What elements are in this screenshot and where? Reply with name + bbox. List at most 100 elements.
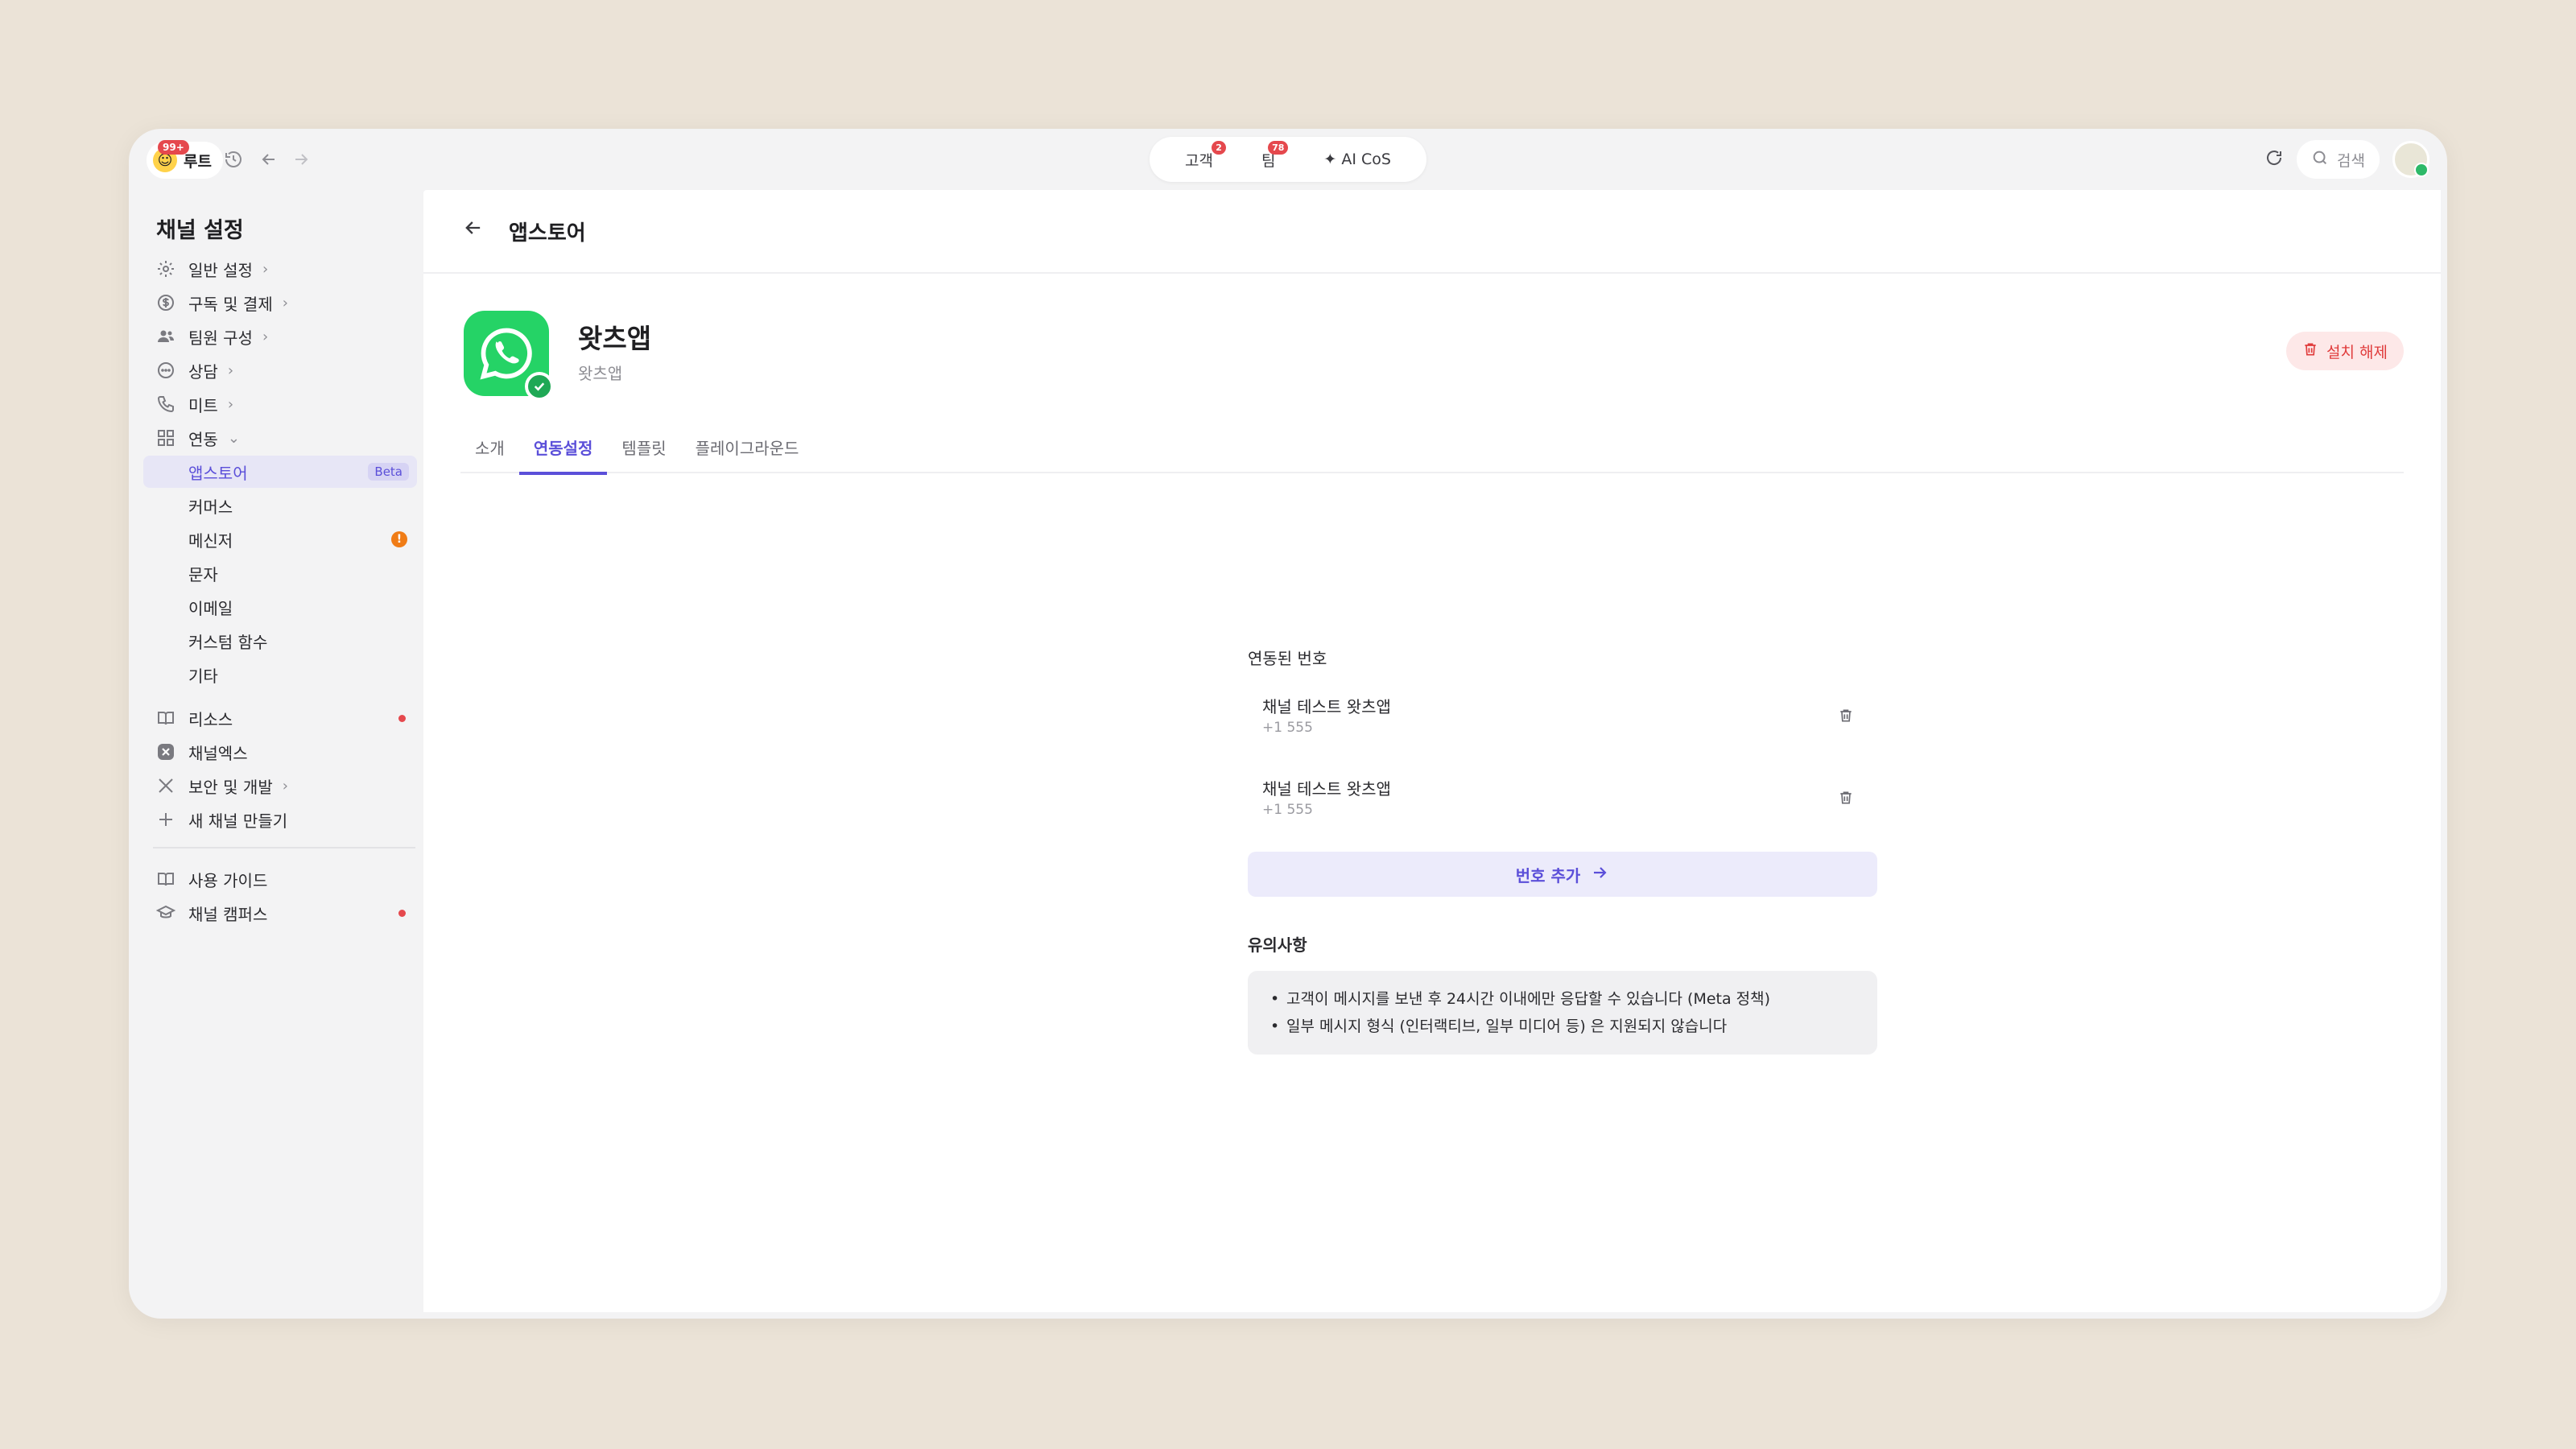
sidebar-item-security-dev[interactable]: 보안 및 개발 › [143,770,417,802]
forward-arrow-icon[interactable] [287,145,316,174]
page-header: 앱스토어 [423,190,2441,274]
tab-customers-label: 고객 [1184,151,1213,170]
list-item: 채널 테스트 왓츠앱 +1 555 [1248,687,1877,760]
sidebar-item-appstore[interactable]: 앱스토어 Beta [143,456,417,488]
search-icon [2311,149,2329,171]
sidebar-title: 채널 설정 [156,218,244,243]
sidebar-item-label: 사용 가이드 [188,870,268,890]
sidebar-item-label: 메신저 [188,530,233,551]
sidebar-item-new-channel[interactable]: 새 채널 만들기 [143,803,417,836]
list-item: 일부 메시지 형식 (인터랙티브, 일부 미디어 등) 은 지원되지 않습니다 [1270,1013,1855,1040]
app-subtitle: 왓츠앱 [578,364,623,383]
linked-numbers-title: 연동된 번호 [1248,649,1327,668]
sidebar-item-billing[interactable]: 구독 및 결제 › [143,287,417,319]
number-phone: +1 555 [1262,720,1313,736]
whatsapp-logo-icon [464,311,554,401]
sidebar-item-label: 이메일 [188,598,233,618]
app-name: 왓츠앱 [578,323,652,354]
tab-integration-settings[interactable]: 연동설정 [518,420,608,475]
sidebar-item-label: 문자 [188,564,218,584]
history-icon[interactable] [219,145,248,174]
sidebar-item-label: 커머스 [188,497,233,517]
back-arrow-icon[interactable] [254,145,283,174]
sidebar-item-custom-function[interactable]: 커스텀 함수 [143,625,417,657]
unread-dot [398,909,406,917]
sidebar-item-label: 팀원 구성 [188,328,253,348]
tab-templates[interactable]: 템플릿 [607,420,680,473]
notification-badge: 99+ [158,140,189,155]
sidebar-item-label: 채널 캠퍼스 [188,904,268,924]
tab-intro[interactable]: 소개 [460,420,519,473]
list-item: 고객이 메시지를 보낸 후 24시간 이내에만 응답할 수 있습니다 (Meta… [1270,985,1855,1013]
workspace-switcher[interactable]: ☺ 99+ 루트 [147,140,223,179]
dollar-icon [143,293,188,312]
sidebar-item-meet[interactable]: 미트 › [143,388,417,420]
sidebar-item-label: 상담 [188,361,218,382]
notice-title: 유의사항 [1248,935,1307,955]
chevron-right-icon: › [262,328,269,345]
chevron-right-icon: › [282,777,288,795]
delete-number-button[interactable] [1834,704,1858,728]
sidebar-item-integration[interactable]: 연동 ⌄ [143,422,417,454]
back-button[interactable] [462,217,485,246]
sidebar-item-label: 일반 설정 [188,260,253,280]
avatar[interactable] [2392,141,2429,178]
tab-customers[interactable]: 고객 2 [1184,140,1226,171]
add-number-label: 번호 추가 [1515,865,1581,886]
sidebar-item-sms[interactable]: 문자 [143,557,417,589]
sidebar-item-label: 앱스토어 [188,463,248,483]
sidebar-item-messenger[interactable]: 메신저 ! [143,523,417,555]
sidebar: 채널 설정 일반 설정 › 구독 및 결제 › 팀원 구성 › 상담 › 미트 … [129,190,423,1319]
sidebar-item-channelx[interactable]: 채널엑스 [143,736,417,768]
refresh-icon[interactable] [2264,148,2284,171]
chevron-right-icon: › [227,361,234,379]
sidebar-item-commerce[interactable]: 커머스 [143,489,417,522]
sidebar-item-general[interactable]: 일반 설정 › [143,253,417,285]
sidebar-item-guide[interactable]: 사용 가이드 [143,863,417,895]
sidebar-item-campus[interactable]: 채널 캠퍼스 [143,897,417,929]
sidebar-item-team[interactable]: 팀원 구성 › [143,320,417,353]
sidebar-item-resources[interactable]: 리소스 [143,702,417,734]
sidebar-item-email[interactable]: 이메일 [143,591,417,623]
tab-ai-cos[interactable]: ✦ AI CoS [1323,151,1391,168]
number-name: 채널 테스트 왓츠앱 [1262,779,1391,799]
uninstall-button[interactable]: 설치 해제 [2286,332,2404,370]
app-window: ☺ 99+ 루트 고객 2 팀 78 ✦ AI CoS 검색 채널 설정 일반 … [129,129,2447,1319]
sidebar-divider [153,847,415,848]
trash-icon [2302,341,2318,361]
chat-icon [143,361,188,380]
sidebar-item-label: 기타 [188,666,218,686]
top-bar: ☺ 99+ 루트 고객 2 팀 78 ✦ AI CoS 검색 [129,129,2447,190]
sidebar-item-label: 커스텀 함수 [188,632,268,652]
people-icon [143,327,188,346]
sidebar-item-label: 구독 및 결제 [188,294,273,314]
add-number-button[interactable]: 번호 추가 [1248,852,1877,897]
chevron-right-icon: › [227,395,234,413]
trash-icon [1840,709,1852,722]
uninstall-label: 설치 해제 [2326,343,2388,361]
right-tools: 검색 [2264,140,2429,179]
arrow-right-icon [1590,863,1609,886]
app-tabs: 소개 연동설정 템플릿 플레이그라운드 [460,420,2404,475]
tab-team-badge: 78 [1268,140,1289,155]
sidebar-item-label: 보안 및 개발 [188,777,273,797]
book-icon [143,869,188,889]
page-title: 앱스토어 [509,221,586,246]
chevron-right-icon: › [262,260,269,278]
sidebar-item-label: 연동 [188,429,218,449]
sidebar-item-consult[interactable]: 상담 › [143,354,417,386]
tab-playground[interactable]: 플레이그라운드 [681,420,814,473]
tab-label: 연동설정 [533,438,593,458]
tab-ai-cos-label: ✦ AI CoS [1323,151,1391,168]
search-button[interactable]: 검색 [2297,140,2380,179]
tab-label: 소개 [475,438,505,458]
warning-icon: ! [391,531,407,547]
list-item: 채널 테스트 왓츠앱 +1 555 [1248,770,1877,842]
sidebar-item-etc[interactable]: 기타 [143,658,417,691]
tab-team[interactable]: 팀 78 [1261,140,1289,171]
delete-number-button[interactable] [1834,786,1858,810]
top-tabs: 고객 2 팀 78 ✦ AI CoS [1150,137,1426,182]
sidebar-item-label: 새 채널 만들기 [188,811,288,831]
chevron-down-icon: ⌄ [227,429,240,447]
gear-icon [143,259,188,279]
